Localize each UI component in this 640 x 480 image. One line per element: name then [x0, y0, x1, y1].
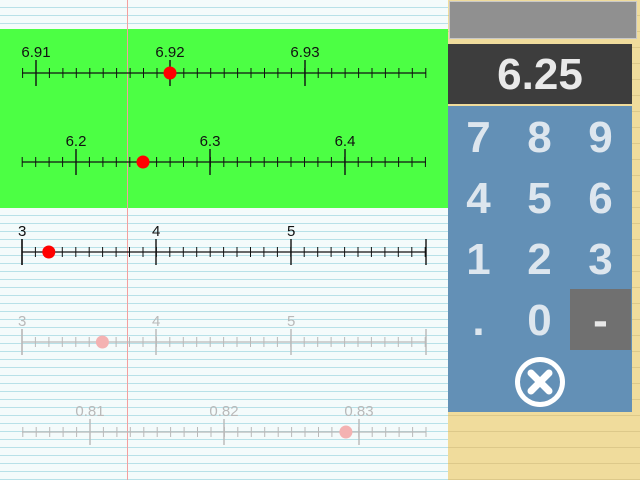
tick-label: 6.3 [200, 133, 221, 150]
key-9[interactable]: 9 [570, 106, 631, 167]
tick-label: 6.4 [335, 133, 356, 150]
number-line-ones-faded[interactable]: 3 4 5 [18, 313, 427, 355]
number-lines-canvas: 6.91 6.92 6.93 6.2 6.3 6.4 3 4 5 3 4 5 0.81 0.82 0.83 [18, 44, 427, 445]
key-3[interactable]: 3 [570, 228, 631, 289]
key-0[interactable]: 0 [509, 289, 570, 350]
value-marker[interactable] [339, 425, 353, 439]
tick-label: 3 [18, 313, 26, 330]
tick-label: 4 [152, 313, 160, 330]
tick-label: 6.2 [66, 133, 87, 150]
key-7[interactable]: 7 [448, 106, 509, 167]
key-6[interactable]: 6 [570, 167, 631, 228]
tick-label: 6.91 [21, 44, 50, 61]
number-display: 6.25 [448, 44, 632, 104]
tick-label: 4 [152, 223, 160, 240]
number-line-zoom-6[interactable]: 6.2 6.3 6.4 [21, 133, 426, 175]
clear-button[interactable] [512, 354, 568, 410]
number-line-hundredths-faded[interactable]: 0.81 0.82 0.83 [22, 403, 427, 445]
value-marker[interactable] [95, 335, 109, 349]
value-marker[interactable] [163, 66, 177, 80]
key-1[interactable]: 1 [448, 228, 509, 289]
blank-header-box [449, 1, 637, 39]
close-circle-icon [515, 357, 565, 407]
number-line-zoom-6.9[interactable]: 6.91 6.92 6.93 [21, 44, 427, 86]
key-2[interactable]: 2 [509, 228, 570, 289]
key-decimal[interactable]: . [448, 289, 509, 350]
key-minus[interactable]: - [570, 289, 631, 350]
key-5[interactable]: 5 [509, 167, 570, 228]
tick-label: 5 [287, 313, 295, 330]
tick-label: 0.83 [344, 403, 373, 420]
value-marker[interactable] [136, 155, 150, 169]
key-4[interactable]: 4 [448, 167, 509, 228]
tick-label: 6.92 [155, 44, 184, 61]
key-8[interactable]: 8 [509, 106, 570, 167]
tick-label: 5 [287, 223, 295, 240]
value-marker[interactable] [42, 245, 56, 259]
tick-label: 3 [18, 223, 26, 240]
number-line-ones[interactable]: 3 4 5 [18, 223, 427, 265]
tick-label: 0.82 [209, 403, 238, 420]
tick-label: 6.93 [290, 44, 319, 61]
tick-label: 0.81 [75, 403, 104, 420]
